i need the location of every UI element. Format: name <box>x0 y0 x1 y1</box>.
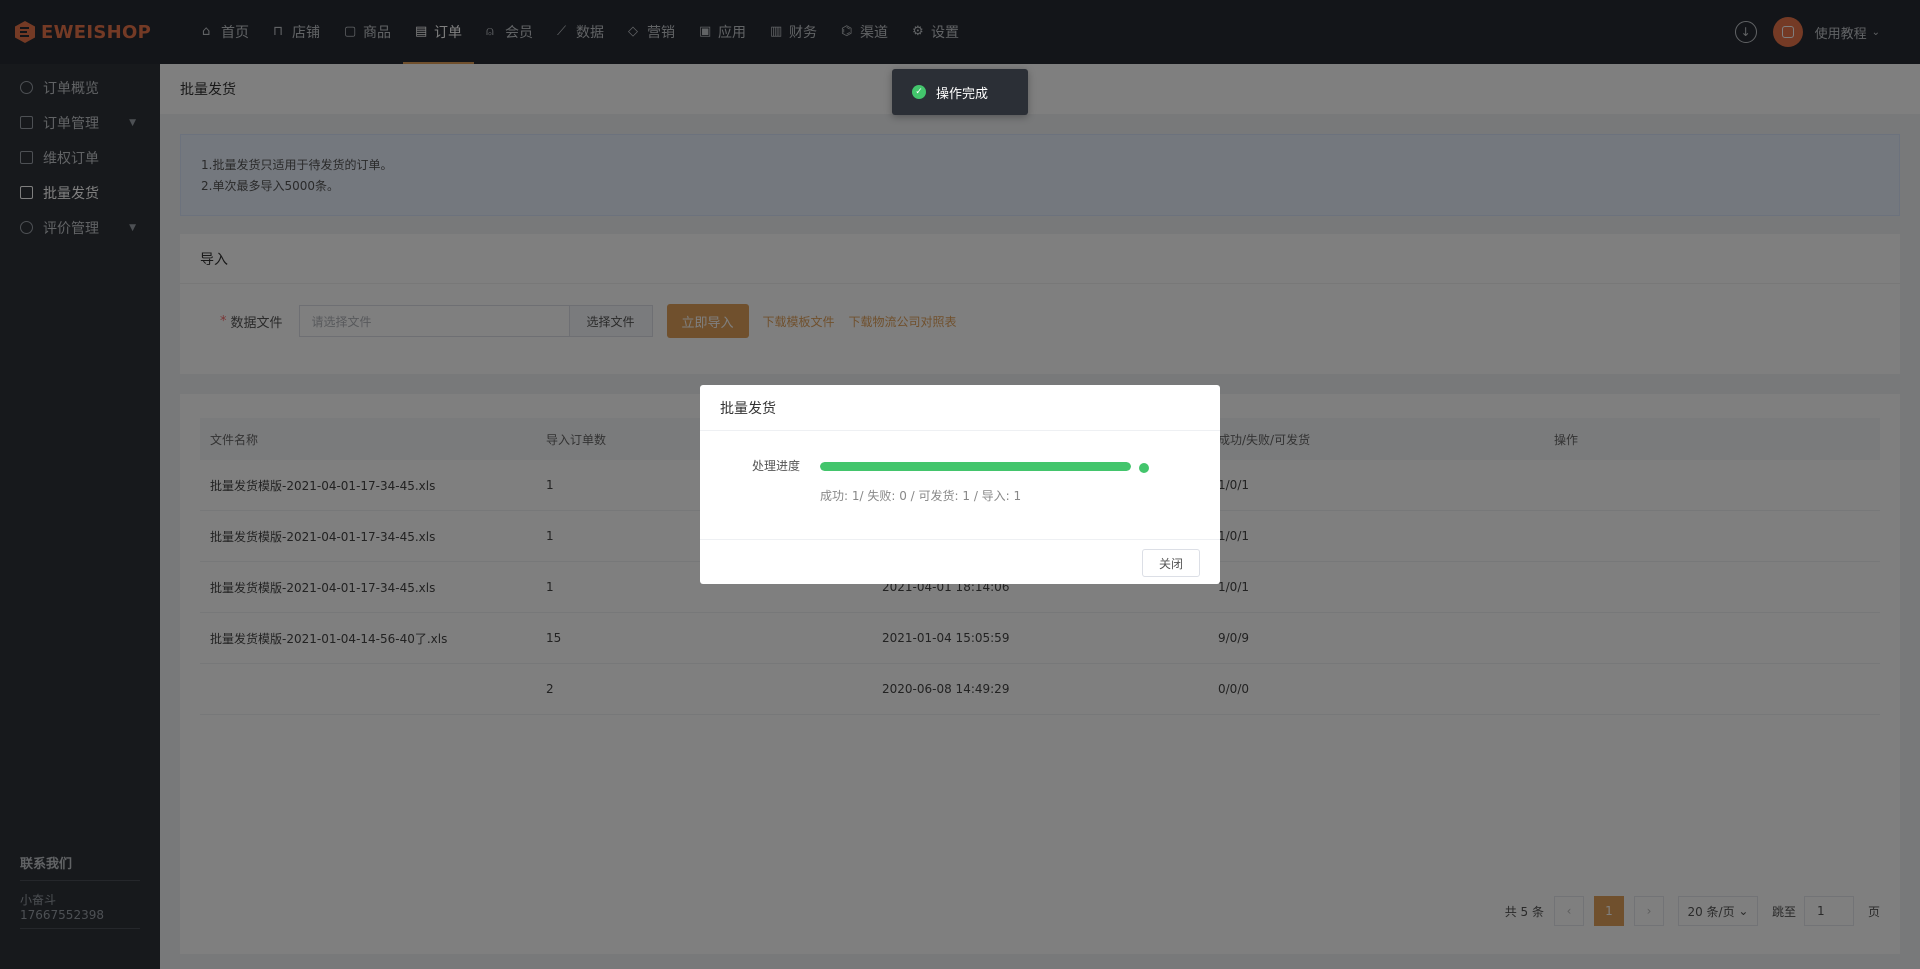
modal-title: 批量发货 <box>700 385 1220 431</box>
success-dot-icon <box>1139 463 1149 473</box>
progress-fill <box>820 462 1131 471</box>
progress-stats: 成功: 1/ 失败: 0 / 可发货: 1 / 导入: 1 <box>820 489 1022 503</box>
progress-label: 处理进度 <box>752 459 801 473</box>
close-button[interactable]: 关闭 <box>1142 549 1200 577</box>
toast-text: 操作完成 <box>936 86 989 102</box>
check-circle-icon: ✓ <box>912 85 926 99</box>
progress-bar <box>820 462 1131 471</box>
toast: ✓ 操作完成 <box>892 69 1028 115</box>
batch-ship-modal: 批量发货 处理进度 成功: 1/ 失败: 0 / 可发货: 1 / 导入: 1 … <box>700 385 1220 584</box>
